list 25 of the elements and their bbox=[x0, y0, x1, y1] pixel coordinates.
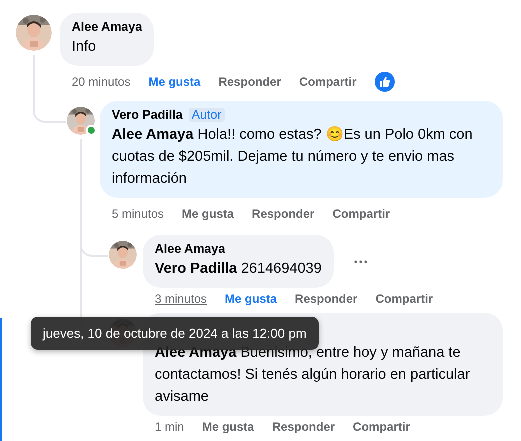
thumbs-up-icon[interactable] bbox=[374, 72, 395, 92]
reply-button[interactable]: Responder bbox=[218, 75, 282, 89]
like-button[interactable]: Me gusta bbox=[148, 75, 201, 89]
author-name[interactable]: Vero Padilla bbox=[112, 108, 183, 122]
reply-button[interactable]: Responder bbox=[252, 207, 315, 221]
author-name[interactable]: Alee Amaya bbox=[155, 242, 226, 256]
comment-text: Vero Padilla 2614694039 bbox=[155, 260, 322, 279]
time-link[interactable]: 5 minutos bbox=[112, 207, 164, 221]
author-name[interactable]: Alee Amaya bbox=[72, 20, 142, 34]
like-button[interactable]: Me gusta bbox=[182, 207, 234, 221]
like-button[interactable]: Me gusta bbox=[225, 292, 278, 306]
share-button[interactable]: Compartir bbox=[353, 420, 410, 434]
like-button[interactable]: Me gusta bbox=[202, 420, 254, 434]
time-link[interactable]: 1 min bbox=[155, 420, 184, 434]
share-button[interactable]: Compartir bbox=[332, 207, 390, 221]
comment-text: Alee Amaya Hola!! como estas? 😊Es un Polo 0km con cuotas de $205mil. Dejame tu número y te envio mas información bbox=[112, 126, 474, 189]
time-link[interactable]: 20 minutos bbox=[72, 75, 131, 89]
share-button[interactable]: Compartir bbox=[299, 75, 357, 89]
time-link[interactable]: 3 minutos bbox=[155, 292, 208, 306]
reply-button[interactable]: Responder bbox=[295, 292, 358, 306]
share-button[interactable]: Compartir bbox=[376, 292, 434, 306]
more-icon[interactable] bbox=[354, 260, 368, 264]
reply-button[interactable]: Responder bbox=[272, 420, 336, 434]
author-badge: Autor bbox=[188, 108, 225, 122]
comment-text: Info bbox=[72, 38, 98, 57]
